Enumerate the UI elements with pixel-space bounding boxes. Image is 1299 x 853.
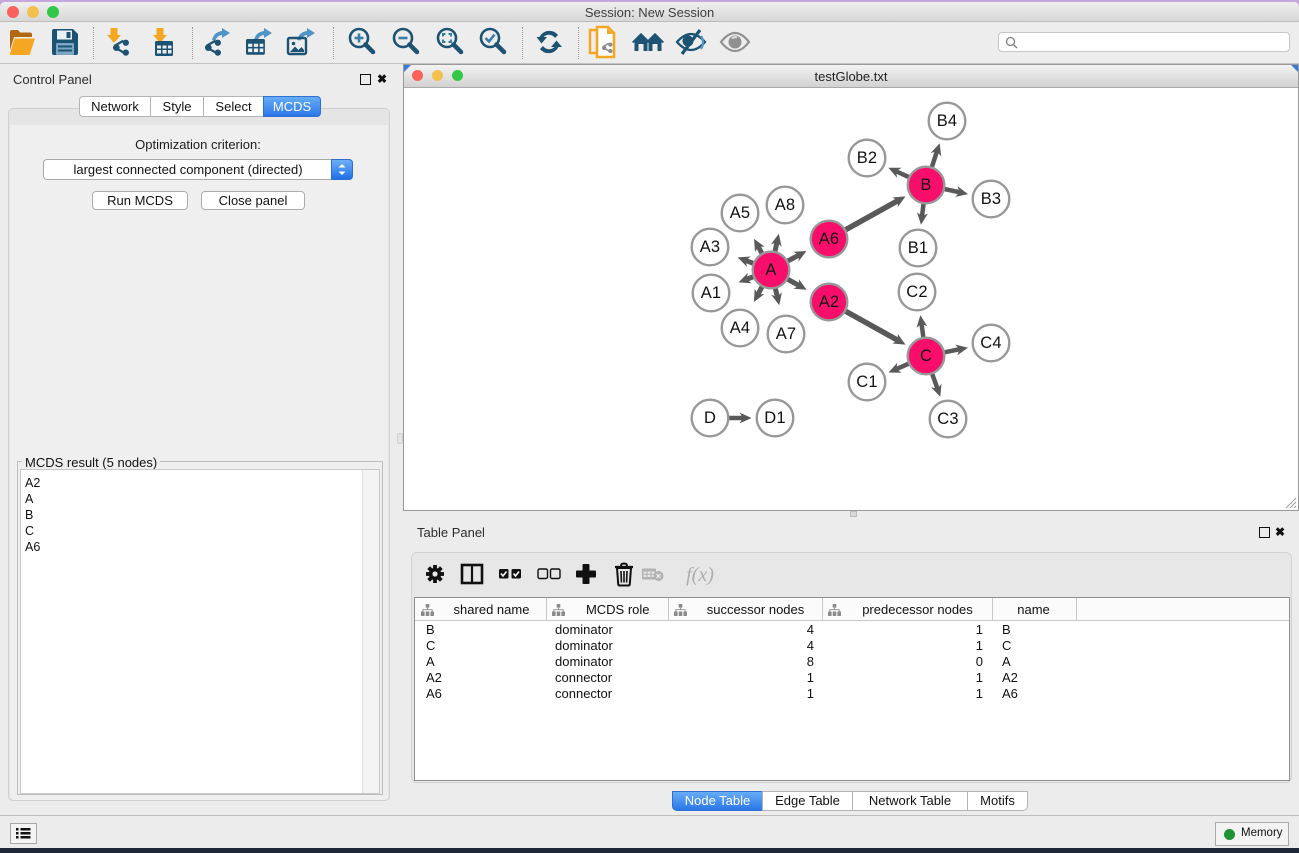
svg-text:C4: C4 [980, 334, 1002, 352]
svg-text:f(x): f(x) [686, 564, 714, 586]
svg-text:A5: A5 [730, 204, 751, 222]
svg-text:D: D [704, 409, 716, 427]
svg-text:A4: A4 [730, 319, 751, 337]
svg-text:D1: D1 [764, 409, 786, 427]
svg-text:A8: A8 [775, 196, 796, 214]
svg-text:B: B [920, 176, 931, 194]
svg-text:B4: B4 [937, 112, 958, 130]
svg-text:B1: B1 [908, 239, 929, 257]
svg-text:A7: A7 [776, 325, 797, 343]
svg-text:C: C [920, 347, 932, 365]
svg-text:A: A [765, 261, 776, 279]
svg-text:A3: A3 [700, 238, 721, 256]
svg-text:B2: B2 [857, 149, 878, 167]
svg-text:A6: A6 [819, 230, 840, 248]
svg-text:C3: C3 [937, 410, 959, 428]
svg-text:C1: C1 [856, 373, 878, 391]
svg-text:A1: A1 [701, 284, 722, 302]
svg-text:B3: B3 [981, 190, 1002, 208]
svg-text:C2: C2 [906, 283, 928, 301]
svg-text:A2: A2 [819, 293, 840, 311]
